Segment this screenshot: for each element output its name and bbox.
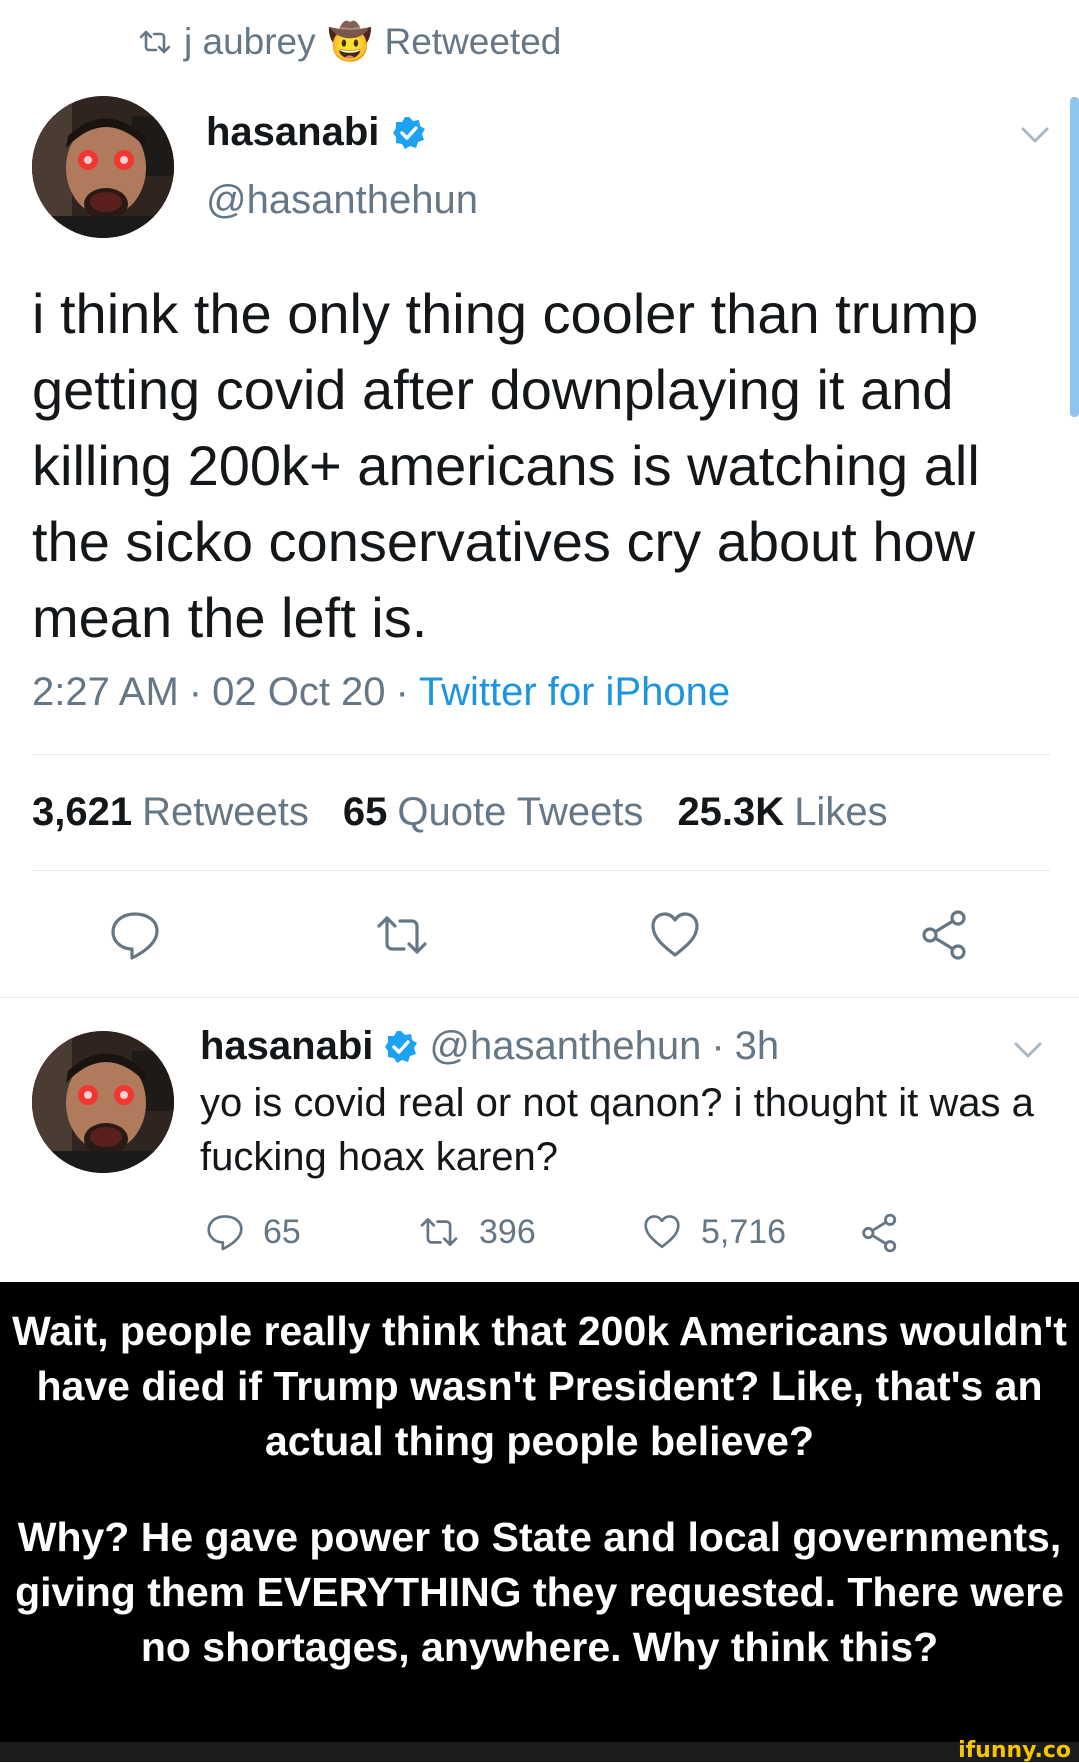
ifunny-watermark: ifunny.co	[958, 1738, 1071, 1763]
reply-action-bar: 65 396 5,716	[205, 1212, 925, 1262]
tweet-date[interactable]: 02 Oct 20	[212, 670, 385, 715]
reply-icon[interactable]	[108, 908, 162, 962]
handle[interactable]: @hasanthehun	[206, 178, 478, 223]
tweet-stats: 3,621 Retweets 65 Quote Tweets 25.3K Likes	[32, 790, 888, 835]
retweet-button[interactable]: 396	[417, 1212, 536, 1252]
retweet-icon	[420, 1218, 458, 1246]
author-name-row[interactable]: hasanabi	[206, 110, 427, 155]
scrollbar[interactable]	[1070, 97, 1079, 417]
footer-bar	[0, 1742, 1079, 1762]
like-button[interactable]: 5,716	[641, 1212, 786, 1252]
caption-paragraph: Why? He gave power to State and local go…	[15, 1514, 1064, 1670]
display-name[interactable]: hasanabi	[206, 110, 379, 155]
reply-header[interactable]: hasanabi @hasanthehun · 3h	[200, 1024, 779, 1069]
tweet-text: i think the only thing cooler than trump…	[32, 282, 980, 649]
heart-icon	[644, 1215, 680, 1249]
verified-badge-icon	[391, 115, 427, 151]
likes-count: 25.3K	[677, 790, 785, 834]
tweet-area: j aubrey 🤠 Retweeted hasanabi @hasantheh…	[0, 0, 1079, 1282]
cowboy-emoji: 🤠	[327, 21, 373, 62]
chevron-down-icon[interactable]	[1013, 1040, 1043, 1060]
reply-text: yo is covid real or not qanon? i thought…	[200, 1081, 1034, 1179]
heart-icon[interactable]	[648, 908, 702, 962]
share-button[interactable]	[859, 1212, 901, 1254]
share-icon[interactable]	[918, 908, 972, 962]
meme-caption: Wait, people really think that 200k Amer…	[0, 1282, 1079, 1742]
avatar[interactable]	[32, 1031, 174, 1173]
divider	[32, 754, 1050, 755]
divider	[32, 870, 1050, 871]
likes-label: Likes	[794, 790, 888, 834]
meta-separator: ·	[188, 670, 203, 714]
handle[interactable]: @hasanthehun	[429, 1024, 701, 1069]
tweet-source-link[interactable]: Twitter for iPhone	[419, 670, 730, 715]
retweet-icon	[138, 28, 172, 56]
retweets-label: Retweets	[142, 790, 309, 834]
like-count: 5,716	[701, 1212, 787, 1251]
tweet-metadata: 2:27 AM · 02 Oct 20 · Twitter for iPhone	[32, 670, 730, 715]
retweeted-label: Retweeted	[384, 21, 562, 62]
caption-paragraph: Wait, people really think that 200k Amer…	[12, 1308, 1067, 1464]
display-name[interactable]: hasanabi	[200, 1024, 373, 1069]
likes-stat[interactable]: 25.3K Likes	[677, 790, 887, 835]
retweet-icon[interactable]	[375, 908, 429, 962]
avatar[interactable]	[32, 96, 174, 238]
reply-icon	[207, 1215, 243, 1251]
verified-badge-icon	[383, 1029, 419, 1065]
meta-separator: ·	[395, 670, 409, 714]
tweet-time[interactable]: 3h	[735, 1024, 780, 1069]
meta-separator: ·	[711, 1024, 725, 1068]
quote-tweets-stat[interactable]: 65 Quote Tweets	[343, 790, 644, 835]
reply-count: 65	[263, 1212, 301, 1251]
retweets-stat[interactable]: 3,621 Retweets	[32, 790, 309, 835]
quote-tweets-label: Quote Tweets	[397, 790, 644, 834]
retweet-banner: j aubrey 🤠 Retweeted	[138, 18, 561, 66]
share-icon	[862, 1213, 897, 1253]
quote-tweets-count: 65	[342, 790, 388, 834]
retweet-count: 396	[479, 1212, 536, 1251]
divider	[0, 997, 1079, 998]
tweet-time[interactable]: 2:27 AM	[32, 670, 179, 715]
chevron-down-icon[interactable]	[1020, 125, 1050, 145]
retweeter-name[interactable]: j aubrey	[184, 21, 316, 63]
retweets-count: 3,621	[32, 790, 133, 834]
reply-button[interactable]: 65	[205, 1212, 301, 1252]
